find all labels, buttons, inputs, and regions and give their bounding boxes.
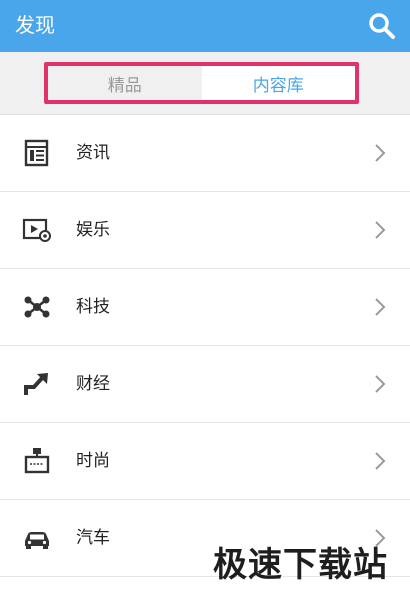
chevron-right-icon [375,144,386,162]
video-play-icon [22,218,51,242]
list-item-label: 汽车 [76,528,110,548]
tab-featured[interactable]: 精品 [48,66,202,100]
page-title: 发现 [15,13,55,37]
category-list: 资讯 娱乐 科技 财经 时尚 汽车 [0,115,410,577]
list-item-technology[interactable]: 科技 [0,269,410,346]
car-icon [25,532,49,549]
news-icon [24,139,49,167]
chevron-right-icon [375,375,386,393]
tab-bar: 精品 内容库 [0,52,410,115]
chevron-right-icon [375,452,386,470]
list-item-label: 时尚 [76,451,110,471]
molecule-icon [24,296,50,318]
list-item-label: 财经 [76,374,110,394]
sign-board-icon [24,448,50,474]
list-item-news[interactable]: 资讯 [0,115,410,192]
list-item-label: 资讯 [76,143,110,163]
watermark-text: 极速下载站 [213,545,388,585]
trend-arrow-icon [24,373,48,395]
tab-switcher: 精品 内容库 [44,62,359,104]
chevron-right-icon [375,221,386,239]
list-item-label: 科技 [76,297,110,317]
chevron-right-icon [375,298,386,316]
list-item-finance[interactable]: 财经 [0,346,410,423]
app-header: 发现 [0,0,410,52]
search-icon[interactable] [368,12,396,40]
list-item-fashion[interactable]: 时尚 [0,423,410,500]
tab-content-library[interactable]: 内容库 [201,66,355,100]
list-item-entertainment[interactable]: 娱乐 [0,192,410,269]
list-item-label: 娱乐 [76,220,110,240]
